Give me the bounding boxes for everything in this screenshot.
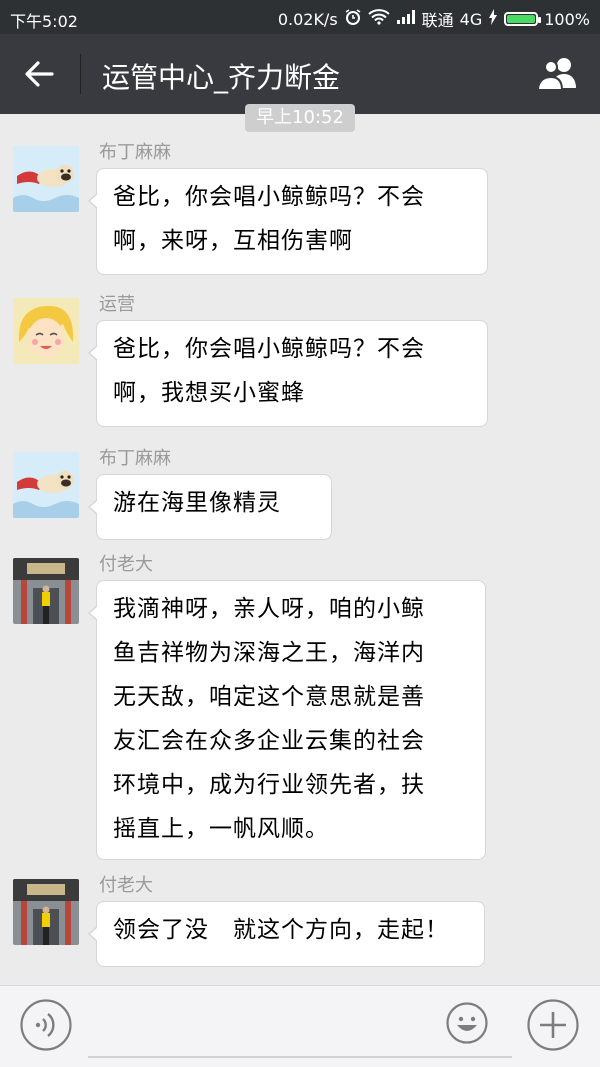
emoji-icon (446, 1002, 488, 1044)
battery-icon (504, 12, 542, 26)
message-line: 爸比，你会唱小鲸鲸吗？不会 (113, 336, 425, 362)
message-bubble[interactable]: 游在海里像精灵 (88, 474, 332, 540)
sender-name: 布丁麻麻 (99, 142, 171, 163)
message-bubble[interactable]: 我滴神呀，亲人呀，咱的小鲸 鱼吉祥物为深海之王，海洋内 无天敌，咱定这个意思就是… (88, 580, 486, 860)
message-line: 啊，我想买小蜜蜂 (113, 380, 305, 406)
carrier-name: 联通 (421, 11, 454, 30)
battery-percent: 100% (544, 9, 590, 29)
sender-name: 付老大 (99, 554, 153, 575)
voice-icon (20, 999, 72, 1051)
network-type: 4G (459, 9, 483, 29)
emoji-button[interactable] (446, 1002, 488, 1044)
message-line: 摇直上，一帆风顺。 (113, 816, 329, 842)
avatar[interactable] (13, 452, 79, 518)
chat-timestamp: 早上10:52 (245, 104, 355, 132)
status-right-group: 0.02K/s 联通 4G 100% (278, 7, 590, 31)
status-bar: 下午5:02 0.02K/s 联通 4G 100% (0, 0, 600, 34)
status-time: 下午5:02 (10, 12, 78, 31)
message-line: 我滴神呀，亲人呀，咱的小鲸 (113, 596, 425, 622)
alarm-icon (344, 8, 362, 30)
avatar[interactable] (13, 558, 79, 624)
voice-button[interactable] (20, 999, 72, 1051)
message-bubble[interactable]: 爸比，你会唱小鲸鲸吗？不会 啊，我想买小蜜蜂 (88, 320, 488, 427)
message-line: 领会了没 就这个方向，走起！ (113, 917, 449, 943)
message-line: 鱼吉祥物为深海之王，海洋内 (113, 640, 425, 666)
sender-name: 付老大 (99, 875, 153, 896)
message-line: 无天敌，咱定这个意思就是善 (113, 684, 425, 710)
group-members-icon (536, 58, 576, 91)
plus-icon (527, 999, 579, 1051)
charging-icon (488, 9, 498, 29)
signal-icon (396, 9, 416, 29)
message-line: 环境中，成为行业领先者，扶 (113, 772, 425, 798)
network-speed: 0.02K/s (277, 9, 338, 29)
avatar[interactable] (13, 298, 79, 364)
wifi-icon (367, 9, 390, 29)
message-line: 游在海里像精灵 (113, 490, 281, 516)
group-members-button[interactable] (534, 52, 582, 96)
message-bubble[interactable]: 爸比，你会唱小鲸鲸吗？不会 啊，来呀，互相伤害啊 (88, 168, 488, 275)
avatar[interactable] (13, 146, 79, 212)
message-bubble[interactable]: 领会了没 就这个方向，走起！ (88, 901, 485, 967)
input-bar (0, 985, 600, 1067)
sender-name: 布丁麻麻 (99, 448, 171, 469)
message-line: 爸比，你会唱小鲸鲸吗？不会 (113, 184, 425, 210)
chat-header: 运管中心_齐力断金 (0, 34, 600, 114)
back-button[interactable] (18, 54, 62, 94)
message-line: 啊，来呀，互相伤害啊 (113, 228, 353, 254)
sender-name: 运营 (99, 294, 135, 315)
more-button[interactable] (527, 999, 579, 1051)
avatar[interactable] (13, 879, 79, 945)
arrow-left-icon (25, 61, 54, 87)
header-divider (80, 54, 81, 94)
chat-title: 运管中心_齐力断金 (102, 61, 341, 94)
message-line: 友汇会在众多企业云集的社会 (113, 728, 425, 754)
